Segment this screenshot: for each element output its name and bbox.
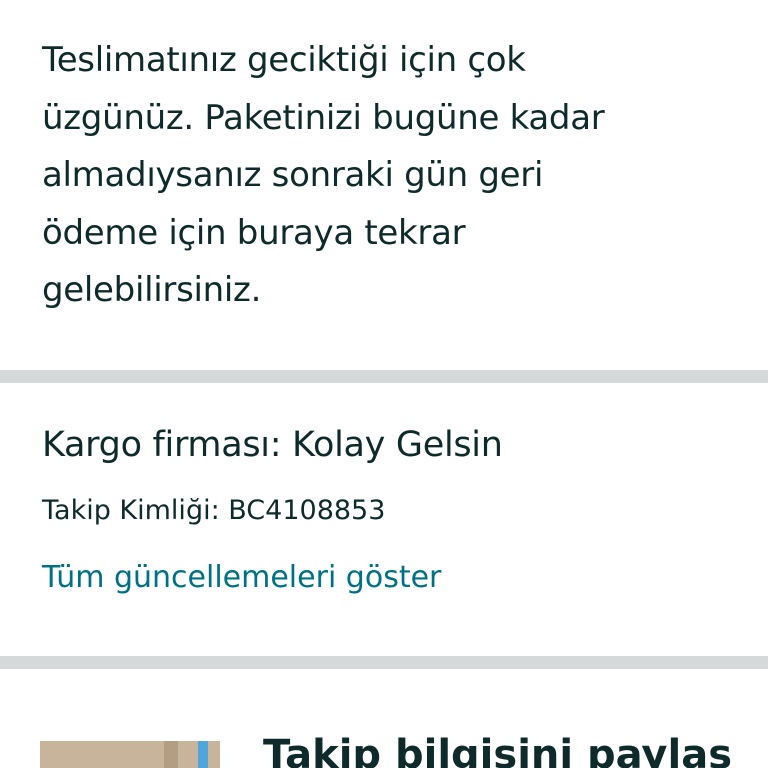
share-tracking-title[interactable]: Takip bilgisini paylaş: [263, 727, 732, 768]
delay-notice-text: Teslimatınız geciktiği için çok üzgünüz.…: [42, 32, 732, 320]
delay-notice-line: gelebilirsiniz.: [42, 270, 262, 310]
section-divider: [0, 656, 768, 669]
delay-notice-line: üzgünüz. Paketinizi bugüne kadar: [42, 97, 605, 138]
delay-notice-card: Teslimatınız geciktiği için çok üzgünüz.…: [0, 0, 768, 370]
carrier-name: Kargo firması: Kolay Gelsin: [42, 425, 503, 465]
tracking-id: Takip Kimliği: BC4108853: [42, 495, 386, 526]
section-divider: [0, 370, 768, 383]
delay-notice-line: almadıysanız sonraki gün geri: [42, 155, 544, 195]
show-all-updates-link[interactable]: Tüm güncellemeleri göster: [42, 556, 441, 600]
share-tracking-card[interactable]: Takip bilgisini paylaş: [0, 669, 768, 768]
package-tape-stripe: [164, 741, 178, 768]
package-thumbnail-image: [40, 741, 220, 768]
package-label-stripe: [198, 741, 208, 768]
shipment-info-card: Kargo firması: Kolay Gelsin Takip Kimliğ…: [0, 383, 768, 656]
delay-notice-line: ödeme için buraya tekrar: [42, 212, 466, 253]
delay-notice-line: Teslimatınız geciktiği için çok: [42, 40, 526, 80]
